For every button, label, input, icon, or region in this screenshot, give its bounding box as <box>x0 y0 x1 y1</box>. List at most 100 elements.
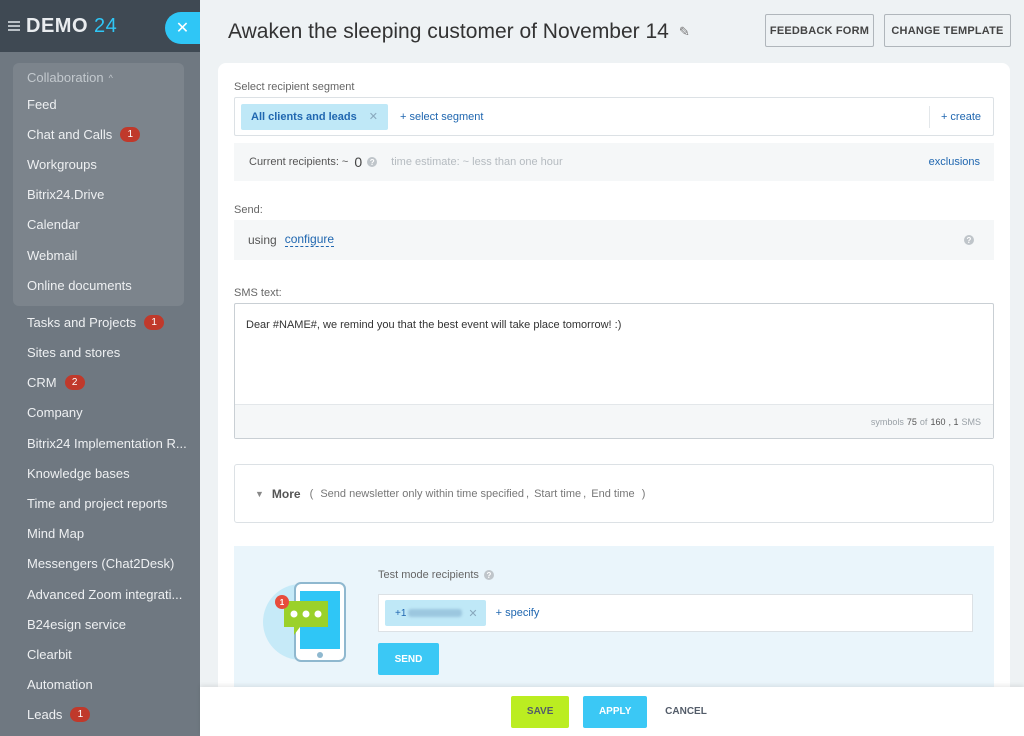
close-icon: ✕ <box>175 20 190 37</box>
sidebar-item[interactable]: Clearbit <box>0 639 200 669</box>
sidebar-item-label: Calendar <box>27 217 80 233</box>
pencil-icon[interactable]: ✎ <box>679 24 690 40</box>
test-recipients-label: Test mode recipients <box>378 569 479 581</box>
sidebar-item-label: Webmail <box>27 247 78 263</box>
sidebar-item-label: Feed <box>27 96 57 112</box>
select-segment-link[interactable]: + select segment <box>400 111 483 123</box>
sidebar-item-label: Advanced Zoom integrati... <box>27 586 183 602</box>
sidebar-item-label: Messengers (Chat2Desk) <box>27 556 175 572</box>
sidebar-item-label: CRM <box>27 375 57 391</box>
sidebar-item[interactable]: Messengers (Chat2Desk) <box>0 549 200 579</box>
sidebar-item[interactable]: Mind Map <box>0 519 200 549</box>
segment-chip-label: All clients and leads <box>251 110 357 123</box>
sidebar-item[interactable]: Automation <box>0 670 200 700</box>
create-segment-link[interactable]: + create <box>928 106 993 128</box>
symbols-count: 75 <box>906 416 917 427</box>
more-options-summary: ( Send newsletter only within time speci… <box>309 487 646 500</box>
sidebar-item-label: Clearbit <box>27 646 72 662</box>
menu-list: Tasks and Projects 1 Sites and stores CRM 2 C… <box>0 307 200 730</box>
sidebar-item-label: Leads <box>27 707 63 723</box>
sidebar-item[interactable]: B24esign service <box>0 609 200 639</box>
using-label: using <box>248 233 277 247</box>
sidebar-item[interactable]: Leads 1 <box>0 700 200 730</box>
sidebar-item[interactable]: Time and project reports <box>0 488 200 518</box>
more-option: Send newsletter only within time specifi… <box>320 487 524 500</box>
footer-buttons: SAVE APPLY CANCEL <box>200 687 1024 736</box>
collaboration-group-header[interactable]: Collaboration ^ <box>13 67 184 89</box>
chevron-down-icon: ▼ <box>255 488 264 499</box>
sidebar-item-label: Knowledge bases <box>27 465 130 481</box>
counter-badge: 1 <box>70 707 91 723</box>
newsletter-slider: Awaken the sleeping customer of November… <box>200 0 1024 736</box>
paren-open: ( <box>309 487 314 500</box>
title-bar: Awaken the sleeping customer of November… <box>228 14 690 50</box>
counter-badge: 1 <box>120 126 141 142</box>
more-label: More <box>271 486 301 501</box>
recipients-info: Current recipients: ~ 0 ? time estimate:… <box>234 143 994 181</box>
sidebar-item[interactable]: Tasks and Projects 1 <box>0 307 200 337</box>
sidebar-item-label: Bitrix24.Drive <box>27 187 105 203</box>
form-card: Select recipient segment All clients and… <box>218 63 1010 736</box>
sidebar-item-label: Bitrix24 Implementation R... <box>27 435 187 451</box>
sidebar-item-label: Mind Map <box>27 526 85 542</box>
sidebar-item[interactable]: Calendar <box>13 210 184 240</box>
segment-chip[interactable]: All clients and leads ✕ <box>241 103 388 130</box>
sidebar-item[interactable]: Chat and Calls 1 <box>13 119 184 149</box>
configure-link[interactable]: configure <box>284 233 335 247</box>
left-menu: DEMO 24 Collaboration ^ Feed Chat and Call… <box>0 0 200 736</box>
test-recipients-field[interactable]: +1 ✕ + specify <box>378 594 973 632</box>
sidebar-item[interactable]: Sites and stores <box>0 338 200 368</box>
collaboration-group: Collaboration ^ Feed Chat and Calls 1 Workg… <box>13 63 184 307</box>
save-button[interactable]: SAVE <box>511 695 570 728</box>
close-slider-button[interactable]: ✕ <box>165 12 200 44</box>
sidebar-item[interactable]: Bitrix24 Implementation R... <box>0 428 200 458</box>
sidebar-item-label: Online documents <box>27 277 132 293</box>
menu-burger-icon[interactable] <box>8 21 20 31</box>
remove-segment-icon[interactable]: ✕ <box>369 110 378 123</box>
change-template-button[interactable]: CHANGE TEMPLATE <box>884 14 1011 47</box>
sms-counter: symbols 75 of 160 , 1 SMS <box>235 404 993 438</box>
logo-text: DEMO <box>26 14 88 37</box>
more-options[interactable]: ▼ More ( Send newsletter only within tim… <box>234 464 994 523</box>
sidebar-item[interactable]: Workgroups <box>13 149 184 179</box>
symbols-label: symbols <box>870 416 904 427</box>
logo[interactable]: DEMO 24 <box>26 15 117 38</box>
of-label: of <box>919 416 928 427</box>
chevron-up-icon: ^ <box>108 72 113 83</box>
cancel-button[interactable]: CANCEL <box>661 706 711 717</box>
sidebar-item[interactable]: Webmail <box>13 240 184 270</box>
help-icon[interactable]: ? <box>964 235 974 245</box>
help-icon[interactable]: ? <box>483 570 494 580</box>
specify-link[interactable]: + specify <box>496 607 540 619</box>
logo-number: 24 <box>94 14 118 37</box>
notification-count: 1 <box>280 598 285 607</box>
send-settings: using configure ? <box>234 220 994 260</box>
sidebar-item-label: Sites and stores <box>27 345 121 361</box>
sidebar-item[interactable]: Advanced Zoom integrati... <box>0 579 200 609</box>
exclusions-link[interactable]: exclusions <box>929 156 980 168</box>
more-option: End time <box>591 487 635 500</box>
sidebar-item[interactable]: CRM 2 <box>0 368 200 398</box>
help-icon[interactable]: ? <box>367 157 378 167</box>
remove-phone-icon[interactable]: ✕ <box>468 607 477 620</box>
send-label: Send: <box>234 204 263 216</box>
sidebar-item-label: Automation <box>27 677 93 693</box>
time-estimate: time estimate: ~ less than one hour <box>391 156 563 168</box>
apply-button[interactable]: APPLY <box>583 695 648 728</box>
counter-badge: 1 <box>144 314 165 330</box>
segment-selector[interactable]: All clients and leads ✕ + select segment… <box>234 97 994 136</box>
sidebar-item[interactable]: Feed <box>13 89 184 119</box>
counter-badge: 2 <box>64 375 85 391</box>
paren-close: ) <box>641 487 646 500</box>
sms-text-field[interactable]: Dear #NAME#, we remind you that the best… <box>234 303 994 439</box>
feedback-form-button[interactable]: FEEDBACK FORM <box>765 14 874 47</box>
sidebar-item[interactable]: Bitrix24.Drive <box>13 180 184 210</box>
sidebar-item[interactable]: Online documents <box>13 270 184 300</box>
sidebar-item[interactable]: Knowledge bases <box>0 458 200 488</box>
sms-count: , 1 <box>948 416 959 427</box>
more-option: Start time <box>534 487 582 500</box>
phone-chip[interactable]: +1 ✕ <box>385 600 486 626</box>
sms-text-label: SMS text: <box>234 287 282 299</box>
send-test-button[interactable]: SEND <box>378 643 439 675</box>
sidebar-item[interactable]: Company <box>0 398 200 428</box>
